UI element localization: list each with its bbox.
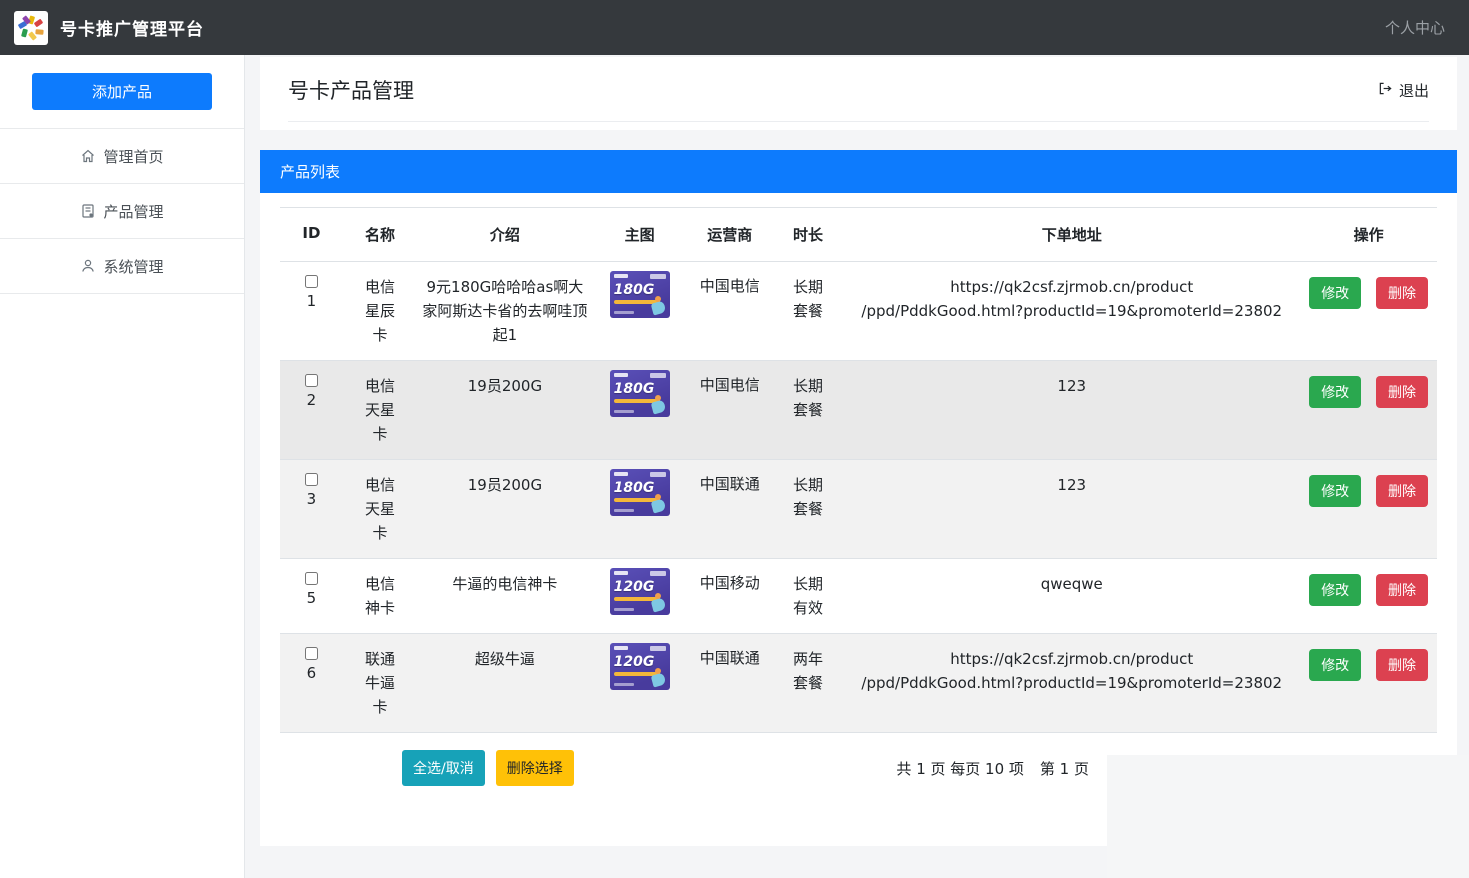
page-title: 号卡产品管理 xyxy=(288,75,414,105)
select-all-button[interactable]: 全选/取消 xyxy=(402,750,485,786)
delete-selected-button[interactable]: 删除选择 xyxy=(496,750,574,786)
order-url: https://qk2csf.zjrmob.cn/product /ppd/Pd… xyxy=(861,647,1282,695)
product-image-label: 120G xyxy=(614,579,655,595)
col-header-name: 名称 xyxy=(343,208,417,262)
order-url: 123 xyxy=(1057,374,1086,398)
page-summary: 共 1 页 每页 10 项 xyxy=(896,758,1023,779)
table-row: 2 电信天星卡 19员200G 180G 中国电信 长期套餐 123 修改 删除 xyxy=(280,361,1437,460)
sidebar-item-products[interactable]: 产品管理 xyxy=(0,184,244,239)
col-header-url: 下单地址 xyxy=(843,208,1300,262)
delete-button[interactable]: 删除 xyxy=(1376,277,1428,309)
col-header-image: 主图 xyxy=(593,208,687,262)
bottom-right-overlay xyxy=(1107,755,1469,878)
row-id: 6 xyxy=(307,664,317,682)
product-name: 电信天星卡 xyxy=(363,473,397,545)
product-duration: 长期套餐 xyxy=(791,473,825,521)
product-operator: 中国联通 xyxy=(700,649,760,667)
sidebar-item-system[interactable]: 系统管理 xyxy=(0,239,244,294)
logout-button[interactable]: 退出 xyxy=(1378,80,1429,101)
product-image: 180G xyxy=(610,271,670,318)
delete-button[interactable]: 删除 xyxy=(1376,574,1428,606)
product-list-panel: 产品列表 ID 名称 介绍 主图 运营商 时长 下单地址 操作 xyxy=(260,150,1457,846)
edit-button[interactable]: 修改 xyxy=(1309,475,1361,507)
row-checkbox[interactable] xyxy=(305,647,318,660)
edit-button[interactable]: 修改 xyxy=(1309,277,1361,309)
page-current: 第 1 页 xyxy=(1040,758,1089,779)
product-image: 120G xyxy=(610,568,670,615)
sidebar-item-home[interactable]: 管理首页 xyxy=(0,129,244,184)
product-operator: 中国电信 xyxy=(700,277,760,295)
product-operator: 中国联通 xyxy=(700,475,760,493)
product-name: 电信星辰卡 xyxy=(363,275,397,347)
sidebar-menu: 管理首页 产品管理 系统管理 xyxy=(0,128,244,294)
table-header-row: ID 名称 介绍 主图 运营商 时长 下单地址 操作 xyxy=(280,208,1437,262)
user-icon xyxy=(80,258,96,274)
table-row: 5 电信神卡 牛逼的电信神卡 120G 中国移动 长期有效 qweqwe 修改 … xyxy=(280,559,1437,634)
col-header-action: 操作 xyxy=(1300,208,1437,262)
product-image-label: 180G xyxy=(614,282,655,298)
product-image: 180G xyxy=(610,370,670,417)
product-intro: 牛逼的电信神卡 xyxy=(452,572,557,596)
sidebar-item-label: 产品管理 xyxy=(103,201,163,222)
product-image-label: 120G xyxy=(614,654,655,670)
product-table: ID 名称 介绍 主图 运营商 时长 下单地址 操作 1 电信星辰卡 9元1 xyxy=(280,207,1437,733)
product-image-label: 180G xyxy=(614,381,655,397)
page-header-card: 号卡产品管理 退出 xyxy=(260,57,1457,130)
logout-icon xyxy=(1378,81,1393,100)
app-logo-icon xyxy=(14,11,48,45)
product-duration: 长期有效 xyxy=(791,572,825,620)
row-checkbox[interactable] xyxy=(305,275,318,288)
edit-button[interactable]: 修改 xyxy=(1309,376,1361,408)
document-icon xyxy=(80,203,96,219)
product-name: 联通牛逼卡 xyxy=(363,647,397,719)
order-url: qweqwe xyxy=(1041,572,1103,596)
logout-label: 退出 xyxy=(1399,80,1429,101)
sidebar-item-label: 管理首页 xyxy=(103,146,163,167)
product-image: 180G xyxy=(610,469,670,516)
sidebar: 添加产品 管理首页 产品管理 xyxy=(0,55,245,878)
product-name: 电信天星卡 xyxy=(363,374,397,446)
product-image: 120G xyxy=(610,643,670,690)
row-checkbox[interactable] xyxy=(305,473,318,486)
edit-button[interactable]: 修改 xyxy=(1309,574,1361,606)
app-title: 号卡推广管理平台 xyxy=(60,15,204,40)
product-intro: 19员200G xyxy=(468,374,542,398)
top-header: 号卡推广管理平台 个人中心 xyxy=(0,0,1469,55)
panel-title: 产品列表 xyxy=(260,150,1457,193)
col-header-intro: 介绍 xyxy=(417,208,592,262)
product-operator: 中国移动 xyxy=(700,574,760,592)
product-duration: 两年套餐 xyxy=(791,647,825,695)
product-intro: 19员200G xyxy=(468,473,542,497)
row-checkbox[interactable] xyxy=(305,374,318,387)
delete-button[interactable]: 删除 xyxy=(1376,649,1428,681)
personal-center-link[interactable]: 个人中心 xyxy=(1385,17,1445,38)
table-row: 1 电信星辰卡 9元180G哈哈哈as啊大家阿斯达卡省的去啊哇顶起1 180G … xyxy=(280,262,1437,361)
product-duration: 长期套餐 xyxy=(791,374,825,422)
row-id: 5 xyxy=(307,589,317,607)
order-url: 123 xyxy=(1057,473,1086,497)
product-intro: 超级牛逼 xyxy=(475,647,535,671)
row-id: 1 xyxy=(307,292,317,310)
row-id: 2 xyxy=(307,391,317,409)
delete-button[interactable]: 删除 xyxy=(1376,475,1428,507)
table-row: 6 联通牛逼卡 超级牛逼 120G 中国联通 两年套餐 https://qk2c… xyxy=(280,634,1437,733)
col-header-id: ID xyxy=(280,208,343,262)
product-operator: 中国电信 xyxy=(700,376,760,394)
product-name: 电信神卡 xyxy=(363,572,397,620)
add-product-button[interactable]: 添加产品 xyxy=(32,73,212,110)
table-row: 3 电信天星卡 19员200G 180G 中国联通 长期套餐 123 修改 删除 xyxy=(280,460,1437,559)
sidebar-item-label: 系统管理 xyxy=(103,256,163,277)
product-intro: 9元180G哈哈哈as啊大家阿斯达卡省的去啊哇顶起1 xyxy=(421,275,588,347)
delete-button[interactable]: 删除 xyxy=(1376,376,1428,408)
product-image-label: 180G xyxy=(614,480,655,496)
product-duration: 长期套餐 xyxy=(791,275,825,323)
col-header-duration: 时长 xyxy=(773,208,844,262)
edit-button[interactable]: 修改 xyxy=(1309,649,1361,681)
order-url: https://qk2csf.zjrmob.cn/product /ppd/Pd… xyxy=(861,275,1282,323)
row-id: 3 xyxy=(307,490,317,508)
col-header-operator: 运营商 xyxy=(687,208,773,262)
row-checkbox[interactable] xyxy=(305,572,318,585)
pagination: 共 1 页 每页 10 项 第 1 页 xyxy=(896,758,1089,779)
home-icon xyxy=(80,148,96,164)
